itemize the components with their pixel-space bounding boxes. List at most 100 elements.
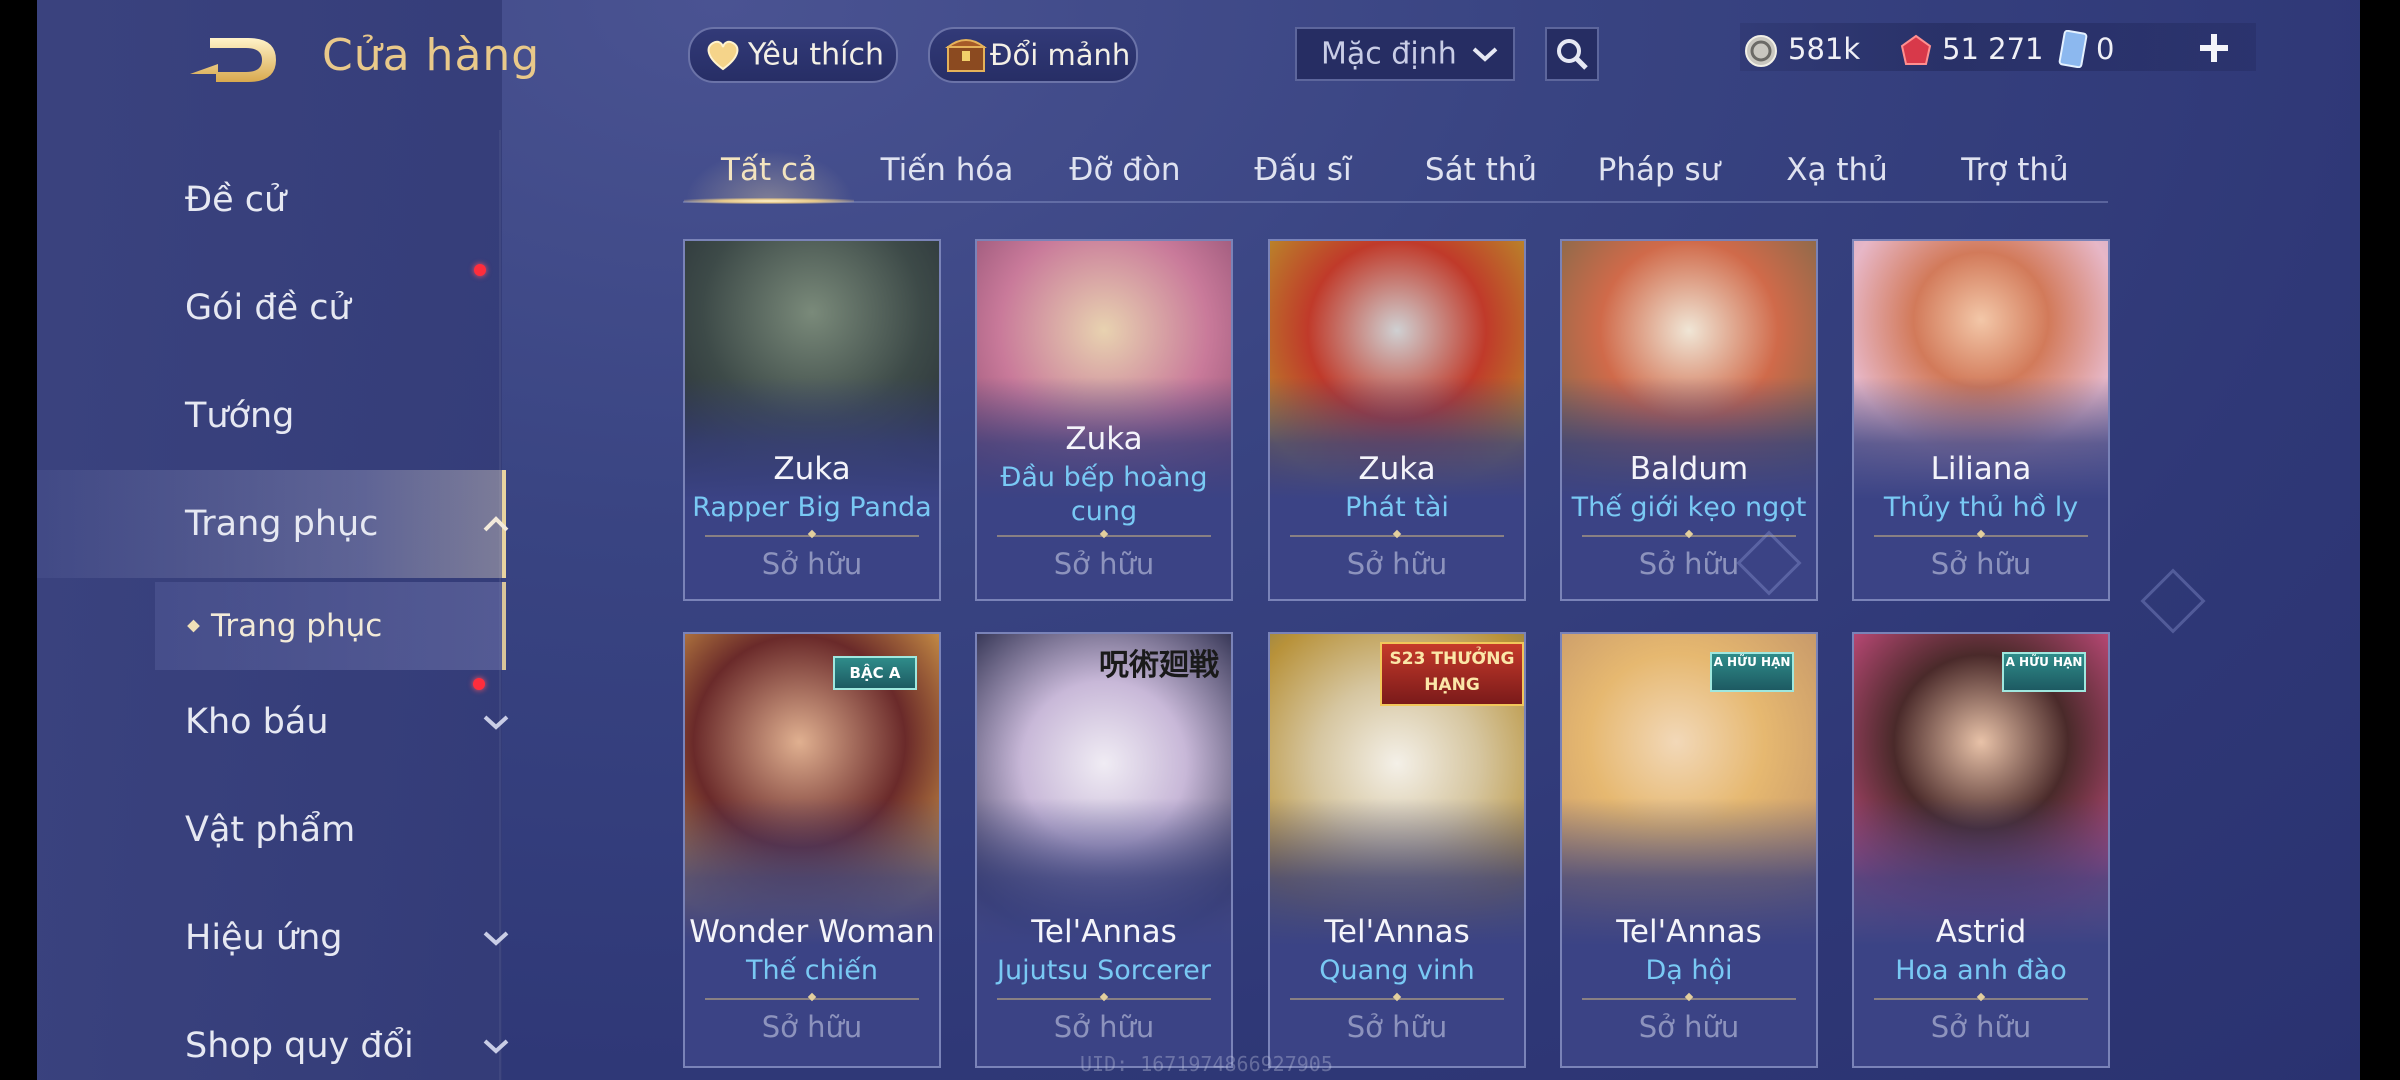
sidebar-item-label: Kho báu (185, 702, 329, 742)
sidebar-item-treasure[interactable]: Kho báu (37, 672, 509, 772)
skin-card[interactable]: Zuka Đầu bếp hoàng cung Sở hữu (975, 239, 1233, 601)
sidebar-item-skins[interactable]: Trang phục (37, 470, 509, 578)
sidebar-item-effects[interactable]: Hiệu ứng (37, 888, 509, 988)
red-gem-icon (1900, 34, 1932, 65)
tab-tank[interactable]: Đỡ đòn (1039, 140, 1211, 200)
chevron-down-icon (1472, 47, 1498, 62)
favorites-button[interactable]: Yêu thích (688, 27, 898, 83)
card-separator (1290, 998, 1504, 1000)
chevron-up-icon (483, 516, 509, 532)
skin-name: Phát tài (1345, 492, 1449, 523)
tab-label: Tiến hóa (880, 152, 1014, 188)
card-separator (705, 998, 919, 1000)
tab-label: Đỡ đòn (1069, 152, 1181, 188)
notification-dot (474, 264, 486, 276)
page-title: Cửa hàng (322, 30, 541, 81)
chevron-down-icon (483, 931, 509, 946)
skin-card[interactable]: 呪術廻戦 Tel'Annas Jujutsu Sorcerer Sở hữu (975, 632, 1233, 1068)
chevron-down-icon (483, 715, 509, 730)
skin-card-icon (2058, 30, 2088, 68)
skin-card[interactable]: S23 THƯỞNG HẠNG Tel'Annas Quang vinh Sở … (1268, 632, 1526, 1068)
collab-logo: 呪術廻戦 (1099, 648, 1219, 683)
sidebar-item-items[interactable]: Vật phẩm (37, 780, 502, 880)
owned-status: Sở hữu (1638, 1010, 1740, 1044)
role-tabs: Tất cả Tiến hóa Đỡ đòn Đấu sĩ Sát thủ Ph… (683, 140, 2108, 206)
card-separator (1874, 998, 2088, 1000)
heart-icon (707, 40, 739, 71)
hero-name: Zuka (773, 451, 851, 487)
tab-label: Pháp sư (1597, 152, 1721, 188)
voucher-currency: 51 271 (1898, 24, 2048, 74)
sidebar-item-recommended[interactable]: Đề cử (37, 150, 502, 250)
skin-card[interactable]: A HỮU HẠN Astrid Hoa anh đào Sở hữu (1852, 632, 2110, 1068)
screen-edge-left (0, 0, 37, 1080)
owned-status: Sở hữu (761, 1010, 863, 1044)
gold-currency: 581k (1744, 24, 1874, 74)
add-currency-button[interactable] (2196, 30, 2232, 66)
hero-name: Tel'Annas (1324, 914, 1470, 950)
skin-card[interactable]: Zuka Rapper Big Panda Sở hữu (683, 239, 941, 601)
card-separator (1874, 535, 2088, 537)
tab-support[interactable]: Trợ thủ (1929, 140, 2101, 200)
sidebar-item-label: Shop quy đổi (185, 1026, 414, 1066)
favorites-label: Yêu thích (748, 37, 884, 73)
skin-card[interactable]: A HỮU HẠN Tel'Annas Dạ hội Sở hữu (1560, 632, 1818, 1068)
tab-fighter[interactable]: Đấu sĩ (1217, 140, 1389, 200)
tab-label: Xạ thủ (1786, 152, 1888, 188)
chevron-down-icon (483, 1039, 509, 1054)
tab-label: Trợ thủ (1961, 152, 2069, 188)
bullet-icon (187, 619, 200, 633)
notification-dot (473, 678, 485, 690)
card-separator (705, 535, 919, 537)
skin-name: Thế chiến (746, 955, 878, 986)
skin-name: Quang vinh (1319, 955, 1475, 986)
skin-card[interactable]: BẬC A Wonder Woman Thế chiến Sở hữu (683, 632, 941, 1068)
gold-coin-icon (1745, 35, 1777, 67)
card-separator (997, 998, 1211, 1000)
sort-dropdown-value: Mặc định (1321, 36, 1457, 72)
hero-name: Tel'Annas (1031, 914, 1177, 950)
owned-status: Sở hữu (1930, 1010, 2032, 1044)
skin-card[interactable]: Zuka Phát tài Sở hữu (1268, 239, 1526, 601)
skin-name: Thủy thủ hồ ly (1883, 492, 2079, 523)
tab-assassin[interactable]: Sát thủ (1395, 140, 1567, 200)
sidebar-subitem-skins[interactable]: Trang phục (155, 582, 506, 670)
tab-evolution[interactable]: Tiến hóa (861, 140, 1033, 200)
skin-name: Đầu bếp hoàng cung (1000, 462, 1208, 527)
skin-name: Rapper Big Panda (692, 492, 932, 523)
skin-name: Thế giới kẹo ngọt (1571, 492, 1807, 523)
search-button[interactable] (1545, 27, 1599, 81)
tab-label: Đấu sĩ (1254, 152, 1352, 188)
card-separator (1290, 535, 1504, 537)
shop-screen: Cửa hàng Đề cử Gói đề cử Tướng Trang phụ… (0, 0, 2400, 1080)
tab-mage[interactable]: Pháp sư (1573, 140, 1745, 200)
user-id: UID: 1671974866927905 (1080, 1052, 1333, 1076)
sidebar-item-recommended-packs[interactable]: Gói đề cử (37, 258, 502, 358)
sidebar-item-label: Đề cử (185, 180, 287, 220)
skin-card[interactable]: Liliana Thủy thủ hồ ly Sở hữu (1852, 239, 2110, 601)
owned-status: Sở hữu (1346, 1010, 1448, 1044)
sort-dropdown[interactable]: Mặc định (1295, 27, 1515, 81)
tab-all[interactable]: Tất cả (683, 140, 855, 200)
rank-reward-badge: S23 THƯỞNG HẠNG (1380, 642, 1524, 706)
skin-name: Jujutsu Sorcerer (997, 955, 1211, 986)
sidebar-item-heroes[interactable]: Tướng (37, 366, 502, 466)
owned-status: Sở hữu (1053, 1010, 1155, 1044)
back-button[interactable] (188, 34, 280, 84)
search-icon (1557, 39, 1588, 70)
exchange-fragments-button[interactable]: Đổi mảnh (928, 27, 1138, 83)
voucher-value: 51 271 (1942, 32, 2044, 66)
decorative-diamond (2140, 568, 2206, 634)
tier-badge: A HỮU HẠN (2002, 652, 2086, 692)
screen-edge-right (2360, 0, 2400, 1080)
sidebar-item-exchange-shop[interactable]: Shop quy đổi (37, 996, 509, 1080)
plus-icon (2200, 34, 2228, 62)
skin-name: Dạ hội (1645, 955, 1733, 986)
tab-marksman[interactable]: Xạ thủ (1751, 140, 1923, 200)
sidebar-item-label: Vật phẩm (185, 810, 356, 850)
hero-name: Baldum (1629, 451, 1749, 487)
back-arrow-icon (190, 38, 276, 82)
owned-status: Sở hữu (1930, 547, 2032, 581)
gold-value: 581k (1788, 32, 1861, 66)
skin-name: Hoa anh đào (1895, 955, 2067, 986)
